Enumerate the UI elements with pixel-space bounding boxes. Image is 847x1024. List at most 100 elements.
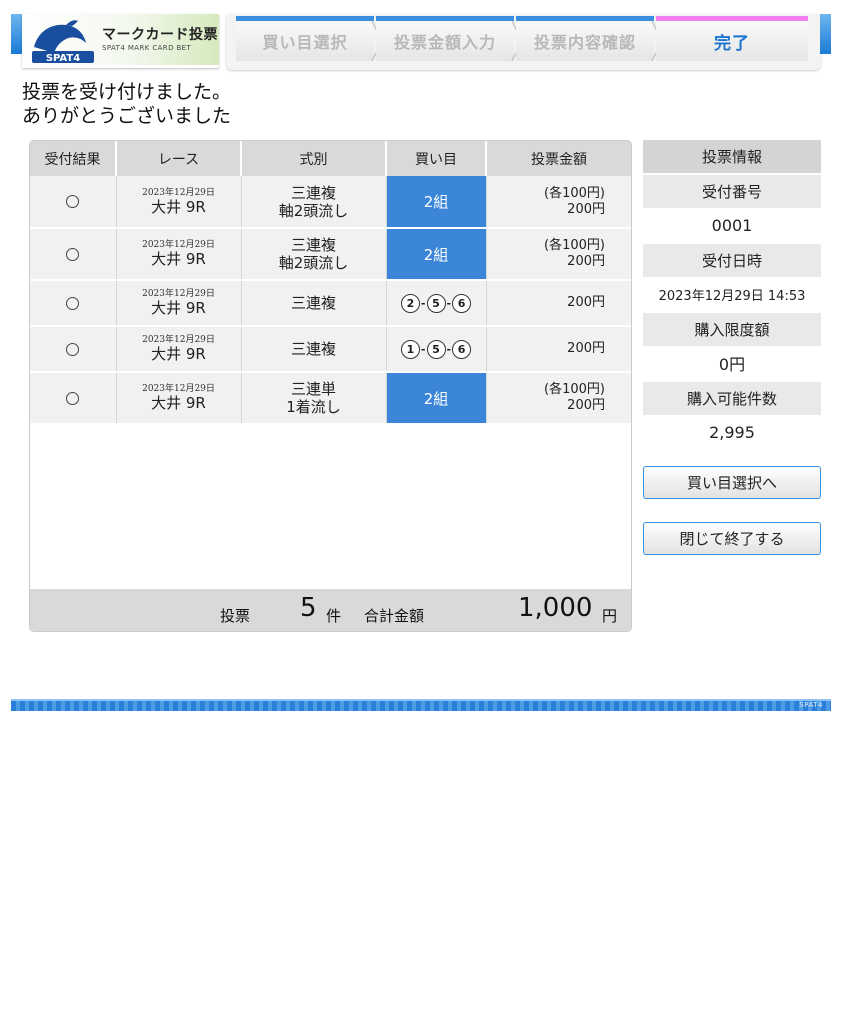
- receipt-number-label: 受付番号: [643, 175, 821, 208]
- step-enter-amount: 投票金額入力: [376, 16, 514, 61]
- vote-info-title: 投票情報: [643, 140, 821, 173]
- col-header-result: 受付結果: [30, 141, 117, 176]
- result-cell: [30, 280, 117, 327]
- receipt-datetime-label: 受付日時: [643, 244, 821, 277]
- selection-combination: 2-5-6: [400, 293, 472, 313]
- accepted-circle-icon: [66, 296, 80, 310]
- amount-total: 200円: [567, 254, 605, 269]
- bet-type-cell: 三連複 軸2頭流し: [241, 176, 387, 229]
- summary-total-label: 合計金額: [364, 607, 425, 625]
- step-select-bets: 買い目選択: [236, 16, 374, 61]
- logo: SPAT4 マークカード投票 SPAT4 MARK CARD BET: [22, 14, 219, 68]
- horse-number-badge: 6: [452, 339, 472, 359]
- horse-number-badge: 5: [426, 293, 446, 313]
- accepted-circle-icon: [66, 342, 80, 356]
- col-header-bet-type: 式別: [241, 141, 387, 176]
- bet-method: 軸2頭流し: [278, 254, 349, 272]
- race-track: 大井 9R: [151, 250, 206, 268]
- receipt-number-value: 0001: [711, 215, 753, 235]
- horse-number-badge: 6: [452, 293, 472, 313]
- table-row: 2023年12月29日 大井 9R 三連複 1-5-6 200円: [30, 326, 631, 373]
- race-date: 2023年12月29日: [142, 187, 215, 198]
- bet-type-cell: 三連複 軸2頭流し: [241, 228, 387, 281]
- amount-each: (各100円): [544, 238, 605, 253]
- summary-votes-label: 投票: [220, 607, 251, 625]
- race-cell: 2023年12月29日 大井 9R: [116, 280, 242, 327]
- amount-cell: (各100円) 200円: [486, 228, 631, 281]
- horse-logo-icon: SPAT4: [32, 20, 94, 64]
- available-count-value: 2,995: [709, 422, 755, 442]
- accepted-circle-icon: [66, 391, 80, 405]
- amount-cell: 200円: [486, 280, 631, 327]
- completion-message: 投票を受け付けました。 ありがとうございました: [22, 80, 231, 128]
- step-indicator: 買い目選択 投票金額入力 投票内容確認 完了: [226, 14, 821, 70]
- col-header-selection: 買い目: [386, 141, 487, 176]
- horse-number-badge: 2: [400, 293, 420, 313]
- available-count-label: 購入可能件数: [643, 382, 821, 415]
- footer-brand: SPAT4: [799, 701, 823, 709]
- summary-vote-count: 5: [300, 593, 317, 623]
- footer-bar: SPAT4: [11, 699, 831, 711]
- race-cell: 2023年12月29日 大井 9R: [116, 228, 242, 281]
- col-header-race: レース: [116, 141, 242, 176]
- bet-type: 三連単: [290, 380, 336, 398]
- header-edge-left: [11, 14, 22, 54]
- bet-type: 三連複: [290, 294, 336, 312]
- bet-table: 受付結果 レース 式別 買い目 投票金額 2023年12月29日 大井 9R 三…: [30, 141, 631, 425]
- race-track: 大井 9R: [151, 345, 206, 363]
- horse-number-badge: 1: [400, 339, 420, 359]
- amount-cell: (各100円) 200円: [486, 372, 631, 425]
- bet-method: 1着流し: [286, 398, 341, 416]
- amount-total: 200円: [567, 341, 605, 356]
- completion-message-line2: ありがとうございました: [22, 105, 232, 127]
- table-row: 2023年12月29日 大井 9R 三連複 軸2頭流し 2組 (各100円) 2…: [30, 176, 631, 229]
- selection-combination: 1-5-6: [400, 339, 472, 359]
- race-cell: 2023年12月29日 大井 9R: [116, 176, 242, 229]
- result-cell: [30, 228, 117, 281]
- logo-title: マークカード投票: [102, 27, 218, 43]
- table-header-row: 受付結果 レース 式別 買い目 投票金額: [30, 141, 631, 176]
- completion-message-line1: 投票を受け付けました。: [22, 81, 232, 103]
- amount-cell: (各100円) 200円: [486, 176, 631, 229]
- table-summary-bar: 投票 5 件 合計金額 1,000 円: [30, 589, 631, 631]
- summary-total-unit: 円: [602, 607, 618, 625]
- step-complete: 完了: [656, 16, 808, 61]
- bet-type-cell: 三連複: [241, 326, 387, 373]
- accepted-circle-icon: [66, 247, 80, 261]
- bet-table-panel: 受付結果 レース 式別 買い目 投票金額 2023年12月29日 大井 9R 三…: [29, 140, 632, 632]
- logo-brand-text: SPAT4: [46, 53, 80, 64]
- race-track: 大井 9R: [151, 299, 206, 317]
- receipt-datetime-value: 2023年12月29日 14:53: [658, 288, 806, 304]
- amount-total: 200円: [567, 201, 605, 217]
- summary-total-amount: 1,000: [518, 593, 593, 623]
- summary-count-unit: 件: [326, 607, 342, 625]
- bet-type: 三連複: [290, 236, 336, 254]
- header: SPAT4 マークカード投票 SPAT4 MARK CARD BET 買い目選択…: [11, 14, 831, 70]
- race-cell: 2023年12月29日 大井 9R: [116, 326, 242, 373]
- table-row: 2023年12月29日 大井 9R 三連複 軸2頭流し 2組 (各100円) 2…: [30, 228, 631, 281]
- selection-cell: 2-5-6: [386, 280, 487, 327]
- vote-info-panel: 投票情報 受付番号 0001 受付日時 2023年12月29日 14:53 購入…: [643, 140, 821, 449]
- result-cell: [30, 372, 117, 425]
- back-to-selection-button[interactable]: 買い目選択へ: [643, 466, 821, 499]
- amount-each: (各100円): [544, 185, 605, 201]
- race-cell: 2023年12月29日 大井 9R: [116, 372, 242, 425]
- selection-cell: 1-5-6: [386, 326, 487, 373]
- accepted-circle-icon: [66, 195, 80, 208]
- header-edge-right: [820, 14, 831, 54]
- close-and-finish-button[interactable]: 閉じて終了する: [643, 522, 821, 555]
- amount-total: 200円: [567, 398, 605, 413]
- result-cell: [30, 326, 117, 373]
- selection-cell: 2組: [386, 372, 487, 425]
- table-row: 2023年12月29日 大井 9R 三連単 1着流し 2組 (各100円) 20…: [30, 372, 631, 425]
- bet-type: 三連複: [290, 340, 336, 358]
- horse-number-badge: 5: [426, 339, 446, 359]
- race-track: 大井 9R: [151, 394, 206, 412]
- race-track: 大井 9R: [151, 197, 206, 216]
- col-header-amount: 投票金額: [486, 141, 631, 176]
- purchase-limit-label: 購入限度額: [643, 313, 821, 346]
- logo-subtitle: SPAT4 MARK CARD BET: [102, 44, 192, 52]
- bet-type-cell: 三連複: [241, 280, 387, 327]
- amount-each: (各100円): [544, 382, 605, 397]
- selection-cell: 2組: [386, 228, 487, 281]
